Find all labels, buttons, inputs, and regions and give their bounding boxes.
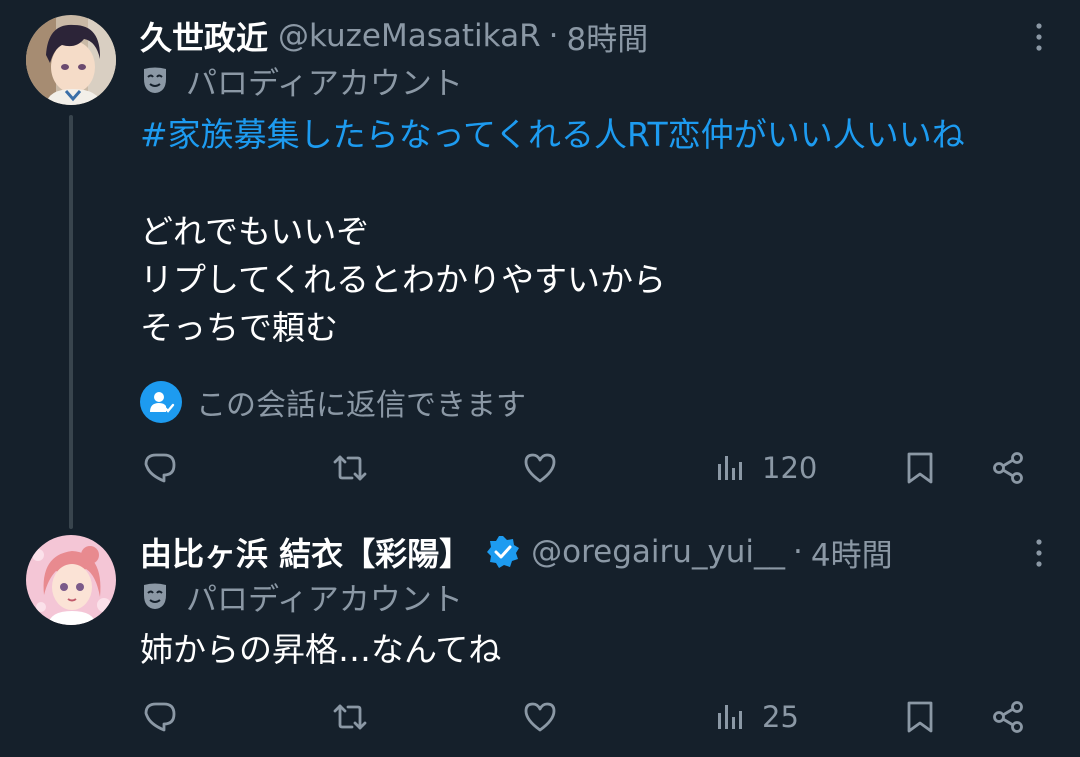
tweet-body-line: 姉からの昇格…なんてね [140, 630, 502, 669]
heart-icon [524, 453, 556, 483]
parody-label: パロディアカウント [140, 58, 463, 102]
person-check-icon [140, 381, 182, 423]
tweet-body-line: そっちで頼む [140, 308, 338, 347]
bookmark-button[interactable] [902, 443, 938, 493]
handle[interactable]: @kuzeMasatikaR [278, 18, 541, 54]
separator: · [793, 534, 803, 570]
reply-button[interactable] [142, 692, 178, 742]
verified-badge-icon[interactable] [485, 534, 521, 570]
tweet-yui[interactable]: 由比ヶ浜 結衣【彩陽】 @oregairu_yui__ · 4時間 パロディアカ… [0, 520, 1080, 757]
action-bar: 120 [0, 443, 1080, 493]
views-button[interactable]: 120 [712, 443, 817, 493]
reply-note-text: この会話に返信できます [196, 388, 526, 423]
parody-label-text: パロディアカウント [186, 65, 463, 102]
like-button[interactable] [522, 692, 558, 742]
tweet-header: 由比ヶ浜 結衣【彩陽】 @oregairu_yui__ · 4時間 [140, 530, 1080, 574]
tweet-body: 姉からの昇格…なんてね [140, 626, 501, 674]
retweet-button[interactable] [332, 692, 368, 742]
mask-icon [144, 67, 166, 93]
views-count: 25 [762, 700, 799, 734]
share-icon [993, 701, 1023, 733]
action-bar: 25 [0, 692, 1080, 742]
avatar-kuze[interactable] [26, 15, 116, 105]
heart-icon [524, 702, 556, 732]
display-name[interactable]: 由比ヶ浜 結衣【彩陽】 [140, 529, 471, 575]
retweet-icon [333, 704, 367, 730]
retweet-button[interactable] [332, 443, 368, 493]
tweet-body: どれでもいいぞ リプしてくれるとわかりやすいから そっちで頼む [140, 208, 666, 352]
bookmark-button[interactable] [902, 692, 938, 742]
retweet-icon [333, 455, 367, 481]
bookmark-icon [907, 452, 933, 484]
handle[interactable]: @oregairu_yui__ [531, 534, 785, 570]
timestamp[interactable]: 8時間 [566, 14, 648, 59]
more-icon[interactable] [1034, 22, 1044, 52]
parody-label-text: パロディアカウント [186, 581, 463, 618]
tweet-kuze[interactable]: 久世政近 @kuzeMasatikaR · 8時間 パロディアカウント #家族募… [0, 0, 1080, 529]
views-icon [718, 456, 742, 480]
tweet-body-line: リプしてくれるとわかりやすいから [140, 260, 667, 299]
hashtag-link[interactable]: #家族募集したらなってくれる人RT恋仲がいい人いいね [140, 110, 1040, 160]
views-button[interactable]: 25 [712, 692, 799, 742]
tweet-body-line: どれでもいいぞ [140, 212, 370, 251]
share-button[interactable] [990, 692, 1026, 742]
more-icon[interactable] [1034, 538, 1044, 568]
share-button[interactable] [990, 443, 1026, 493]
reply-icon [144, 702, 176, 732]
reply-icon [144, 453, 176, 483]
display-name[interactable]: 久世政近 [140, 13, 268, 59]
tweet-header: 久世政近 @kuzeMasatikaR · 8時間 [140, 14, 1080, 58]
separator: · [548, 18, 559, 54]
reply-permission-note: この会話に返信できます [140, 380, 526, 424]
timestamp[interactable]: 4時間 [811, 530, 893, 575]
share-icon [993, 452, 1023, 484]
views-count: 120 [762, 451, 818, 485]
like-button[interactable] [522, 443, 558, 493]
avatar-yui[interactable] [26, 535, 116, 625]
parody-label: パロディアカウント [140, 574, 463, 618]
reply-button[interactable] [142, 443, 178, 493]
views-icon [718, 705, 742, 729]
timeline: 久世政近 @kuzeMasatikaR · 8時間 パロディアカウント #家族募… [0, 0, 1080, 757]
bookmark-icon [907, 701, 933, 733]
mask-icon [144, 583, 166, 609]
